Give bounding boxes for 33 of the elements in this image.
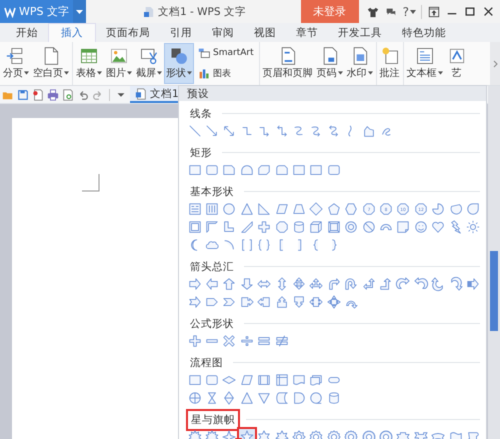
- page-number-button[interactable]: 页码: [314, 43, 345, 84]
- table-button[interactable]: 表格: [74, 43, 104, 84]
- shapes-button[interactable]: 形状: [164, 43, 194, 84]
- help-button[interactable]: ?: [402, 4, 422, 18]
- chart-button[interactable]: 图表: [196, 65, 256, 82]
- ribbon-tab[interactable]: 开发工具: [328, 23, 392, 42]
- ribbon-tab[interactable]: 章节: [286, 23, 328, 42]
- section-title: 星与旗帜: [186, 408, 240, 430]
- text-box-button[interactable]: 文本框: [404, 43, 445, 84]
- ribbon-tab[interactable]: 特色功能: [392, 23, 456, 42]
- section-title: 基本形状: [189, 184, 235, 200]
- comment-button[interactable]: 批注: [378, 43, 402, 84]
- section-title: 线条: [189, 106, 213, 122]
- section-title: 流程图: [189, 356, 224, 370]
- ribbon-tab[interactable]: 开始: [6, 23, 48, 42]
- menu-header: 预设: [187, 86, 209, 100]
- picture-button[interactable]: 图片: [104, 43, 134, 84]
- watermark-button[interactable]: 水印: [344, 43, 375, 84]
- ribbon-tab[interactable]: 引用: [160, 23, 202, 42]
- screenshot-button[interactable]: 截屏: [134, 43, 164, 84]
- ribbon-tab[interactable]: 视图: [244, 23, 286, 42]
- section-title: 矩形: [189, 146, 213, 160]
- ribbon-tab[interactable]: 审阅: [202, 23, 244, 42]
- window-title: 文档1 - WPS 文字: [158, 4, 246, 18]
- page-break-button[interactable]: 分页: [1, 43, 31, 84]
- smartart-button[interactable]: SmartArt: [196, 44, 256, 62]
- section-title: 箭头总汇: [189, 260, 235, 274]
- art-text-button[interactable]: 艺: [444, 43, 469, 84]
- ribbon-tab[interactable]: 插入: [48, 23, 96, 42]
- blank-page-button[interactable]: 空白页: [31, 43, 71, 84]
- header-footer-button[interactable]: 页眉和页脚: [260, 43, 315, 84]
- section-title: 公式形状: [189, 316, 235, 332]
- ribbon-tab[interactable]: 页面布局: [96, 23, 160, 42]
